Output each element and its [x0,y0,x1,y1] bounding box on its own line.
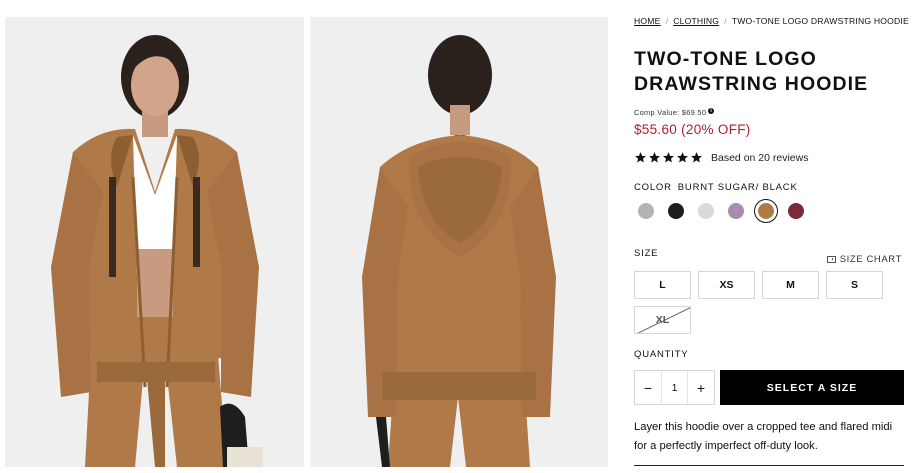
star-icon [691,152,702,163]
swatch-fill [758,203,774,219]
increase-quantity-button[interactable]: + [688,371,714,404]
swatch-fill [668,203,684,219]
breadcrumb: HOME / CLOTHING / TWO-TONE LOGO DRAWSTRING H… [634,16,909,26]
swatch-fill [788,203,804,219]
color-swatch[interactable] [754,199,778,223]
color-swatch[interactable] [664,199,688,223]
product-title: TWO-TONE LOGO DRAWSTRING HOODIE [634,48,869,95]
quantity-input[interactable] [661,371,688,404]
breadcrumb-clothing[interactable]: CLOTHING [673,16,719,26]
star-icon [677,152,688,163]
product-image-back[interactable] [310,17,608,467]
model-front-illustration [5,17,304,467]
star-icon [635,152,646,163]
product-image-front[interactable] [5,17,304,467]
size-option-xl-unavailable[interactable]: XL [634,306,691,334]
reviews-summary[interactable]: Based on 20 reviews [634,151,808,164]
star-icon [663,152,674,163]
comp-value-text: Comp Value: $69.50 [634,108,707,117]
swatch-fill [728,203,744,219]
quantity-label: QUANTITY [634,349,689,360]
quantity-stepper: − + [634,370,715,405]
swatch-fill [698,203,714,219]
size-option-l[interactable]: L [634,271,691,299]
star-rating [634,151,704,164]
star-icon [649,152,660,163]
color-selector-label: COLOR BURNT SUGAR/ BLACK [634,182,798,193]
comp-value: Comp Value: $69.50 i [634,108,715,117]
selected-color-name: BURNT SUGAR/ BLACK [677,182,798,193]
size-chart-label: SIZE CHART [839,254,902,265]
sale-price: $55.60 (20% OFF) [634,122,751,137]
product-description: Layer this hoodie over a cropped tee and… [634,421,893,452]
select-a-size-button[interactable]: SELECT A SIZE [720,370,904,405]
divider [634,465,904,466]
color-swatch[interactable] [784,199,808,223]
size-option-s[interactable]: S [826,271,883,299]
color-swatch[interactable] [634,199,658,223]
ruler-icon [826,256,836,263]
breadcrumb-current: TWO-TONE LOGO DRAWSTRING HOODIE [731,16,909,26]
breadcrumb-separator: / [665,16,669,26]
breadcrumb-home[interactable]: HOME [634,16,661,26]
reviews-count-link[interactable]: Based on 20 reviews [711,152,808,164]
unavailable-strike [635,307,690,333]
color-label: COLOR [634,182,672,193]
size-chart-link[interactable]: SIZE CHART [826,254,902,265]
color-swatch[interactable] [694,199,718,223]
size-option-m[interactable]: M [762,271,819,299]
info-icon[interactable]: i [708,108,715,114]
decrease-quantity-button[interactable]: − [635,371,661,404]
size-label: SIZE [634,248,659,259]
color-swatch[interactable] [724,199,748,223]
product-details: HOME / CLOTHING / TWO-TONE LOGO DRAWSTRING H… [634,0,909,473]
swatch-fill [638,203,654,219]
color-swatches [634,199,814,223]
size-option-xs[interactable]: XS [698,271,755,299]
breadcrumb-separator: / [724,16,727,26]
model-back-illustration [310,17,608,467]
